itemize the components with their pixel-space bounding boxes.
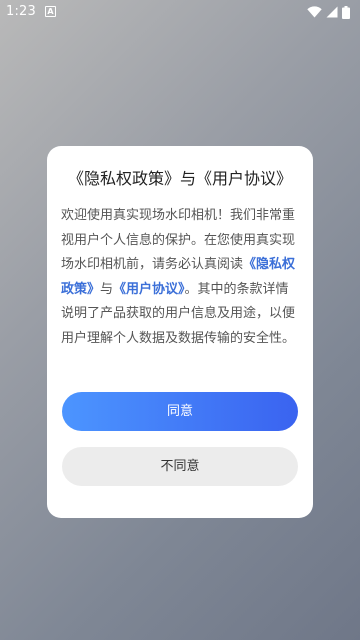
user-agreement-link[interactable]: 《用户协议》 [113, 282, 185, 297]
dialog-title: 《隐私权政策》与《用户协议》 [67, 169, 292, 188]
wifi-icon [307, 6, 322, 18]
privacy-dialog: 《隐私权政策》与《用户协议》 欢迎使用真实现场水印相机！我们非常重视用户个人信息… [47, 146, 313, 518]
dialog-body: 欢迎使用真实现场水印相机！我们非常重视用户个人信息的保护。在您使用真实现场水印相… [61, 204, 299, 351]
status-bar: 1:23 A [0, 0, 360, 24]
status-time: 1:23 [6, 4, 36, 19]
disagree-button[interactable]: 不同意 [62, 447, 298, 486]
battery-icon [342, 5, 350, 19]
a-letter-icon: A [45, 6, 56, 17]
status-icons [307, 5, 350, 19]
body-connector: 与 [100, 281, 114, 297]
signal-icon [326, 6, 338, 18]
agree-button[interactable]: 同意 [62, 392, 298, 431]
